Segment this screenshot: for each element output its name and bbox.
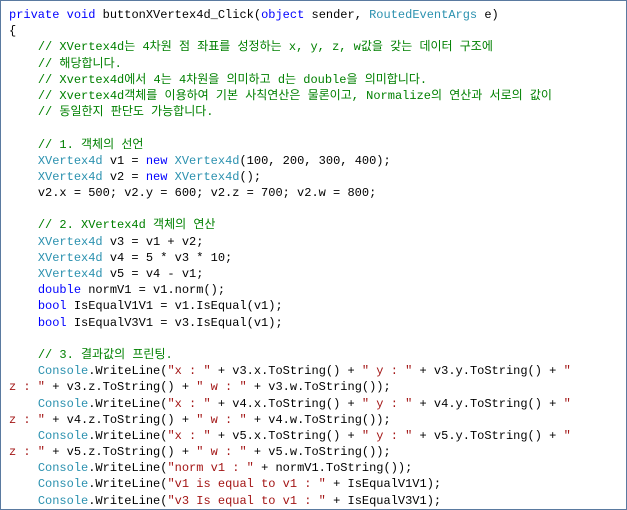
keyword-void: void bbox=[67, 8, 96, 22]
comment-line: // XVertex4d는 4차원 점 좌표를 성정하는 x, y, z, w값… bbox=[38, 40, 493, 54]
comment-line: // 3. 결과값의 프린팅. bbox=[38, 348, 173, 362]
type-xvertex4d: XVertex4d bbox=[38, 154, 103, 168]
comment-line: // Xvertex4d에서 4는 4차원을 의미하고 d는 double을 의… bbox=[38, 73, 427, 87]
comment-line: // 2. XVertex4d 객체의 연산 bbox=[38, 218, 216, 232]
code-block: private void buttonXVertex4d_Click(objec… bbox=[0, 0, 627, 510]
method-name: buttonXVertex4d_Click( bbox=[95, 8, 261, 22]
keyword-object: object bbox=[261, 8, 304, 22]
type-console: Console bbox=[38, 364, 88, 378]
brace-open: { bbox=[9, 24, 16, 38]
type-routedeventargs: RoutedEventArgs bbox=[369, 8, 477, 22]
comment-line: // 동일한지 판단도 가능합니다. bbox=[38, 105, 214, 119]
comment-line: // 해당합니다. bbox=[38, 57, 122, 71]
comment-line: // Xvertex4d객체를 이용하여 기본 사칙연산은 물론이고, Norm… bbox=[38, 89, 552, 103]
comment-line: // 1. 객체의 선언 bbox=[38, 138, 144, 152]
keyword-private: private bbox=[9, 8, 59, 22]
code-line: v2.x = 500; v2.y = 600; v2.z = 700; v2.w… bbox=[38, 186, 376, 200]
